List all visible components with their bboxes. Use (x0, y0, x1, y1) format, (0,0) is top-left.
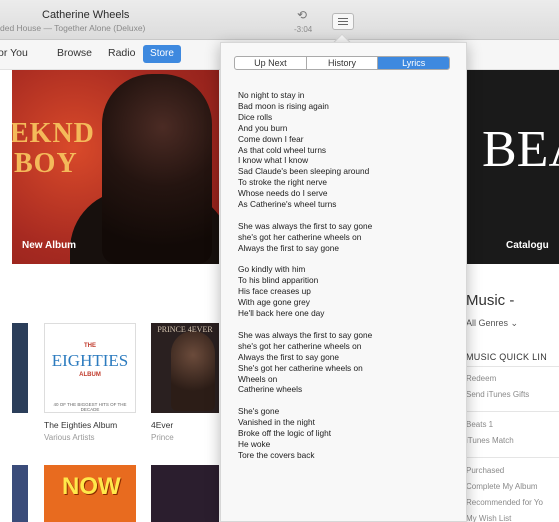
tab-for-you[interactable]: or You (0, 47, 28, 59)
quick-link-itunes-match[interactable]: iTunes Match (466, 436, 514, 445)
eighties-art-album: ALBUM (79, 372, 101, 378)
lyrics-line: Always the first to say gone (238, 351, 339, 362)
album-title[interactable]: 4Ever (151, 420, 173, 430)
now-art-text: NOW (62, 473, 121, 500)
tab-browse[interactable]: Browse (57, 47, 92, 59)
album-art[interactable] (12, 323, 28, 413)
quick-link-wish-list[interactable]: My Wish List (466, 514, 511, 522)
lyrics-line: With age gone grey (238, 297, 310, 308)
tab-history[interactable]: History (307, 57, 379, 69)
quick-links-title: MUSIC QUICK LIN (466, 352, 548, 362)
hero-artist-photo (102, 74, 212, 264)
lyrics-line: To stroke the right nerve (238, 177, 328, 188)
tab-store[interactable]: Store (143, 45, 181, 63)
quick-link-redeem[interactable]: Redeem (466, 374, 496, 383)
hero-new-album-label: New Album (22, 240, 77, 251)
quick-link-send-gifts[interactable]: Send iTunes Gifts (466, 390, 529, 399)
prince-art-text: PRINCE 4EVER (157, 325, 213, 334)
lyrics-stanza: She was always the first to say gone she'… (238, 221, 460, 254)
album-art[interactable] (151, 465, 219, 522)
lyrics-line: Go kindly with him (238, 264, 306, 275)
lyrics-line: His face creases up (238, 286, 311, 297)
repeat-icon[interactable]: ⟲ (297, 8, 307, 22)
lyrics-line: she's got her catherine wheels on (238, 231, 362, 242)
lyrics-list-icon[interactable] (332, 13, 354, 30)
lyrics-line: She's got her catherine wheels on (238, 362, 363, 373)
eighties-art-small: 40 OF THE BIGGEST HITS OF THE DECADE (53, 402, 127, 412)
lyrics-line: She's gone (238, 406, 280, 417)
itunes-window: Catherine Wheels ded House — Together Al… (0, 0, 559, 522)
lyrics-stanza: Go kindly with him To his blind apparitio… (238, 264, 460, 319)
album-artist[interactable]: Prince (151, 433, 174, 442)
lyrics-line: Broke off the logic of light (238, 428, 332, 439)
lyrics-line: Wheels on (238, 373, 278, 384)
quick-link-complete-album[interactable]: Complete My Album (466, 482, 538, 491)
divider (466, 366, 559, 367)
lyrics-line: Whose needs do I serve (238, 188, 328, 199)
remaining-time: -3:04 (294, 25, 313, 34)
lyrics-line: Always the first to say gone (238, 242, 339, 253)
hero-new-album[interactable]: EKND BOY (12, 70, 219, 264)
lyrics-line: Catherine wheels (238, 384, 303, 395)
lyrics-stanza: No night to stay in Bad moon is rising ag… (238, 90, 460, 210)
lyrics-line: As Catherine's wheel turns (238, 199, 337, 210)
lyrics-line: Vanished in the night (238, 417, 315, 428)
album-art-eighties[interactable]: THE EIGHTIES ALBUM 40 OF THE BIGGEST HIT… (44, 323, 136, 413)
popover-tabs: Up Next History Lyrics (234, 56, 450, 70)
album-art[interactable] (12, 465, 28, 522)
lyrics-line: To his blind apparition (238, 275, 319, 286)
now-playing-title: Catherine Wheels (42, 9, 130, 21)
quick-link-purchased[interactable]: Purchased (466, 466, 504, 475)
quick-link-beats1[interactable]: Beats 1 (466, 420, 493, 429)
lyrics-line: she's got her catherine wheels on (238, 340, 362, 351)
divider (466, 457, 559, 458)
lyrics-line: Come down I fear (238, 133, 304, 144)
lyrics-line: And you burn (238, 122, 288, 133)
tab-radio[interactable]: Radio (108, 47, 135, 59)
now-playing-subtitle: ded House — Together Alone (Deluxe) (0, 23, 146, 33)
lyrics-line: She was always the first to say gone (238, 329, 373, 340)
tab-up-next[interactable]: Up Next (235, 57, 307, 69)
album-art-now[interactable]: NOW (44, 465, 136, 522)
divider (466, 411, 559, 412)
tab-lyrics[interactable]: Lyrics (378, 57, 449, 69)
prince-photo (171, 331, 215, 411)
lyrics-line: Sad Claude's been sleeping around (238, 166, 370, 177)
lyrics-line: Tore the covers back (238, 449, 315, 460)
lyrics-line: She was always the first to say gone (238, 220, 373, 231)
eighties-art-the: THE (84, 343, 96, 349)
lyrics-line: Dice rolls (238, 111, 273, 122)
genres-dropdown[interactable]: All Genres ⌄ (466, 318, 518, 329)
hero-catalogue-label: Catalogu (506, 240, 549, 251)
album-art-4ever[interactable]: PRINCE 4EVER (151, 323, 219, 413)
album-title[interactable]: The Eighties Album (44, 420, 117, 430)
quick-link-recommended[interactable]: Recommended for Yo (466, 498, 543, 507)
lyrics-line: I know what I know (238, 155, 309, 166)
lyrics-line: Bad moon is rising again (238, 100, 329, 111)
lyrics-line: He woke (238, 438, 271, 449)
music-heading[interactable]: Music - (466, 292, 514, 309)
hero-catalogue-art: BEA (482, 121, 559, 178)
lyrics-text: No night to stay in Bad moon is rising ag… (238, 90, 460, 472)
eighties-art-title: EIGHTIES (51, 351, 129, 370)
album-artist[interactable]: Various Artists (44, 433, 95, 442)
hero-art-word-2: BOY (14, 148, 78, 179)
lyrics-stanza: She's gone Vanished in the night Broke off… (238, 406, 460, 461)
lyrics-line: No night to stay in (238, 90, 305, 100)
hero-art-word-1: EKND (12, 118, 95, 149)
lyrics-line: He'll back here one day (238, 308, 325, 319)
lyrics-line: As that cold wheel turns (238, 144, 327, 155)
lyrics-stanza: She was always the first to say gone she'… (238, 330, 460, 395)
